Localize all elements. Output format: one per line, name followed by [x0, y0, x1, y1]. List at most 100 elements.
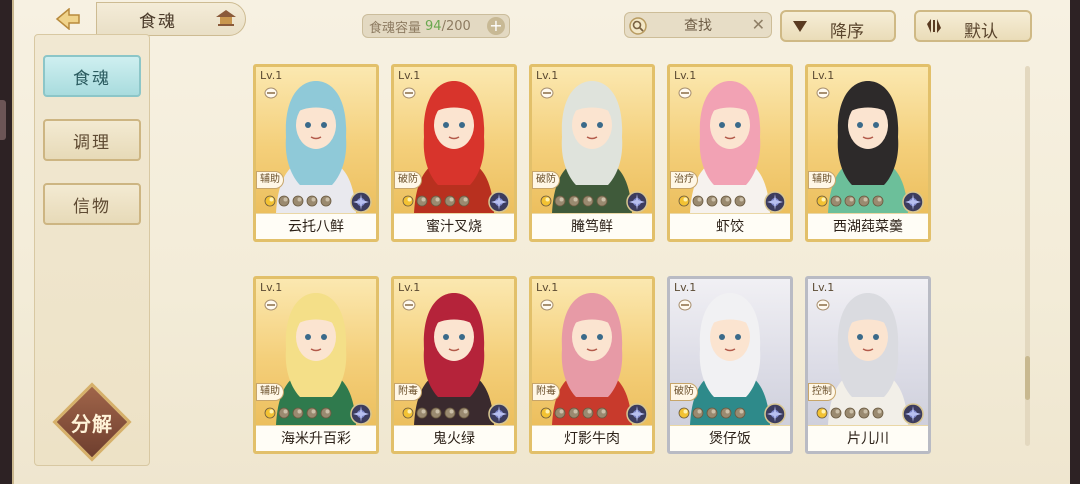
- role-badge: 控制: [808, 383, 836, 401]
- sort-mode-button[interactable]: 默认: [914, 10, 1032, 42]
- star-icon: [444, 407, 456, 419]
- star-rating: [816, 407, 884, 421]
- element-orb-icon: [902, 403, 924, 425]
- lock-icon[interactable]: [402, 87, 416, 99]
- star-icon: [458, 407, 470, 419]
- card-level: Lv.1: [812, 281, 835, 294]
- tab-tokens-label: 信物: [73, 196, 111, 217]
- food-soul-card[interactable]: Lv.1 破防: [667, 276, 793, 454]
- role-badge: 辅助: [256, 171, 284, 189]
- lock-icon[interactable]: [402, 299, 416, 311]
- card-level: Lv.1: [260, 281, 283, 294]
- lock-icon[interactable]: [540, 87, 554, 99]
- left-bezel: [0, 0, 12, 484]
- element-orb-icon: [488, 403, 510, 425]
- star-icon: [292, 407, 304, 419]
- star-icon: [706, 195, 718, 207]
- role-badge: 附毒: [394, 383, 422, 401]
- star-icon: [872, 407, 884, 419]
- element-orb-icon: [764, 403, 786, 425]
- lock-icon[interactable]: [816, 299, 830, 311]
- star-rating: [678, 195, 746, 209]
- food-soul-card[interactable]: Lv.1 破防: [529, 64, 655, 242]
- star-rating: [264, 407, 332, 421]
- card-level: Lv.1: [398, 281, 421, 294]
- card-level: Lv.1: [536, 69, 559, 82]
- card-name: 云托八鲜: [256, 213, 376, 239]
- card-level: Lv.1: [674, 281, 697, 294]
- star-icon: [568, 407, 580, 419]
- role-badge: 破防: [394, 171, 422, 189]
- star-icon: [858, 407, 870, 419]
- back-button[interactable]: [48, 4, 88, 34]
- star-icon: [844, 195, 856, 207]
- triangle-down-icon: [793, 21, 807, 32]
- element-orb-icon: [626, 191, 648, 213]
- food-soul-card[interactable]: Lv.1 治疗 虾饺: [667, 64, 793, 242]
- star-icon: [734, 195, 746, 207]
- star-icon: [596, 407, 608, 419]
- page-title-text: 食魂: [139, 11, 177, 32]
- star-icon: [830, 407, 842, 419]
- lock-icon[interactable]: [540, 299, 554, 311]
- decompose-label: 分解: [71, 411, 113, 436]
- card-level: Lv.1: [536, 281, 559, 294]
- card-level: Lv.1: [260, 69, 283, 82]
- star-icon: [734, 407, 746, 419]
- role-badge: 治疗: [670, 171, 698, 189]
- card-name: 鬼火绿: [394, 425, 514, 451]
- food-soul-card[interactable]: Lv.1 破防: [391, 64, 517, 242]
- scrollbar-thumb[interactable]: [1025, 356, 1030, 400]
- search-button[interactable]: 查找 ✕: [624, 12, 772, 38]
- star-icon: [444, 195, 456, 207]
- food-soul-card[interactable]: Lv.1 附毒: [529, 276, 655, 454]
- star-icon: [706, 407, 718, 419]
- capacity-label: 食魂容量: [369, 20, 422, 36]
- decompose-button[interactable]: 分解: [52, 382, 132, 462]
- star-icon: [264, 407, 276, 419]
- food-soul-card[interactable]: Lv.1 辅助: [253, 64, 379, 242]
- star-icon: [844, 407, 856, 419]
- sort-order-label: 降序: [830, 22, 864, 42]
- star-icon: [402, 407, 414, 419]
- tab-food-souls[interactable]: 食魂: [43, 55, 141, 97]
- star-rating: [678, 407, 746, 421]
- capacity-expand-button[interactable]: +: [487, 17, 505, 35]
- food-soul-card[interactable]: Lv.1 附毒: [391, 276, 517, 454]
- star-icon: [402, 195, 414, 207]
- search-label: 查找: [684, 18, 712, 34]
- lock-icon[interactable]: [264, 87, 278, 99]
- star-rating: [402, 407, 470, 421]
- star-icon: [692, 195, 704, 207]
- star-icon: [554, 407, 566, 419]
- clear-search-icon[interactable]: ✕: [752, 15, 765, 34]
- star-icon: [692, 407, 704, 419]
- star-icon: [596, 195, 608, 207]
- star-icon: [292, 195, 304, 207]
- star-icon: [554, 195, 566, 207]
- food-soul-card[interactable]: Lv.1 控制 片儿川: [805, 276, 931, 454]
- pavilion-icon: [216, 10, 236, 26]
- lock-icon[interactable]: [678, 87, 692, 99]
- card-level: Lv.1: [812, 69, 835, 82]
- star-icon: [678, 407, 690, 419]
- magnifier-icon: [629, 17, 647, 35]
- lock-icon[interactable]: [264, 299, 278, 311]
- star-icon: [540, 407, 552, 419]
- food-soul-card[interactable]: Lv.1 辅助: [805, 64, 931, 242]
- card-name: 煲仔饭: [670, 425, 790, 451]
- tab-conditioning[interactable]: 调理: [43, 119, 141, 161]
- sort-order-button[interactable]: 降序: [780, 10, 896, 42]
- role-badge: 破防: [532, 171, 560, 189]
- tab-conditioning-label: 调理: [73, 132, 111, 153]
- star-icon: [320, 195, 332, 207]
- lock-icon[interactable]: [816, 87, 830, 99]
- star-rating: [540, 407, 608, 421]
- lock-icon[interactable]: [678, 299, 692, 311]
- food-soul-card[interactable]: Lv.1 辅助: [253, 276, 379, 454]
- star-icon: [306, 195, 318, 207]
- tab-tokens[interactable]: 信物: [43, 183, 141, 225]
- star-icon: [306, 407, 318, 419]
- swap-arrows-icon: [927, 19, 941, 33]
- star-icon: [416, 195, 428, 207]
